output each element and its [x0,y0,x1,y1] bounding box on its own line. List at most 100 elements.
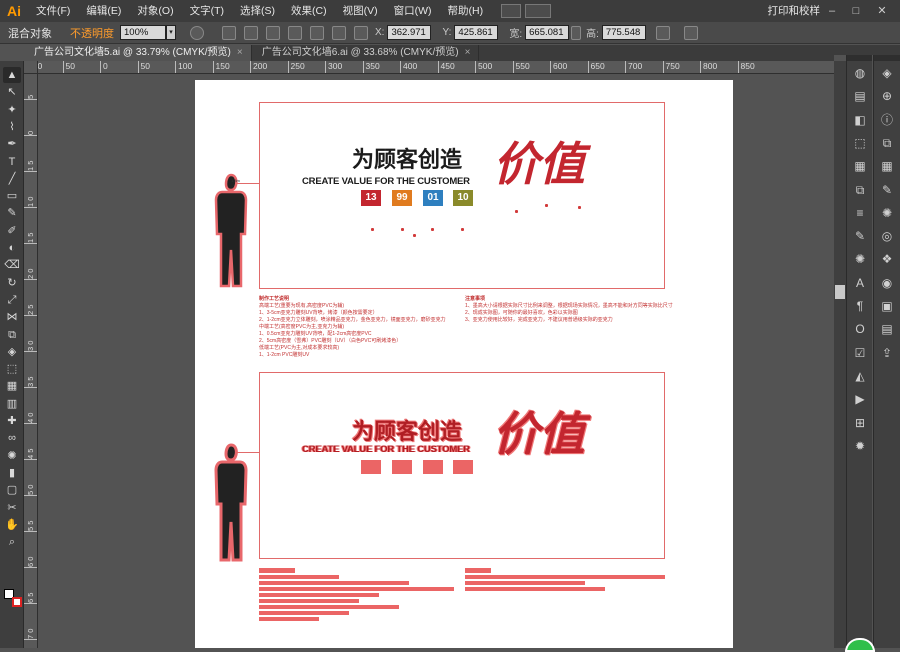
menu-edit[interactable]: 编辑(E) [78,0,129,22]
align-middle-icon[interactable] [310,25,324,40]
image-trace-icon[interactable]: ▣ [879,298,895,314]
constrain-proportions-icon[interactable] [571,25,582,40]
opacity-field[interactable]: 100% [120,25,166,40]
transform-icon[interactable]: ⬚ [852,135,868,151]
scrollbar-thumb[interactable] [835,285,845,299]
shape-builder-tool-icon[interactable]: ◈ [3,344,21,360]
menu-file[interactable]: 文件(F) [28,0,78,22]
close-icon[interactable]: ✕ [870,0,894,22]
asset-export-icon[interactable]: ⇪ [879,345,895,361]
bridge-icon[interactable] [501,4,522,18]
column-graph-tool-icon[interactable]: ▮ [3,465,21,481]
appearance-icon[interactable]: ◎ [879,228,895,244]
align-right-icon[interactable] [266,25,280,40]
actions-icon[interactable]: ▶ [852,391,868,407]
y-field[interactable]: 425.861 [454,25,499,40]
align-icon[interactable]: ▦ [852,158,868,174]
opentype-icon[interactable]: O [852,321,868,337]
symbols-icon[interactable]: ✺ [852,251,868,267]
rotate-tool-icon[interactable]: ↻ [3,275,21,291]
perspective-tool-icon[interactable]: ⬚ [3,361,21,377]
mesh-tool-icon[interactable]: ▦ [3,378,21,394]
align-center-icon[interactable] [244,25,258,40]
zoom-tool-icon[interactable]: ⌕ [3,534,21,550]
align-top-icon[interactable] [288,25,302,40]
control-panel-menu-icon[interactable] [683,25,698,40]
maximize-icon[interactable]: □ [844,0,868,22]
menu-effect[interactable]: 效果(C) [283,0,335,22]
magic-wand-tool-icon[interactable]: ✦ [3,102,21,118]
document-info-icon[interactable]: ☑ [852,345,868,361]
ruler-origin[interactable] [24,61,38,74]
brush-icon[interactable]: ✎ [879,182,895,198]
gradient-icon[interactable]: ▤ [852,88,868,104]
opacity-dropdown-icon[interactable]: ▾ [166,25,176,40]
direct-selection-tool-icon[interactable]: ↖ [3,84,21,100]
symbol-icon[interactable]: ✺ [879,205,895,221]
graphic-styles-icon[interactable]: ❖ [879,251,895,267]
attributes-icon[interactable]: ⊞ [852,415,868,431]
slice-tool-icon[interactable]: ✂ [3,500,21,516]
gradient-tool-icon[interactable]: ▥ [3,396,21,412]
tab-document-6[interactable]: 广告公司文化墙6.ai @ 33.68% (CMYK/预览) × [252,45,480,61]
menu-object[interactable]: 对象(O) [129,0,181,22]
artboard[interactable]: 为顾客创造 价值 CREATE VALUE FOR THE CUSTOMER 1… [195,80,733,648]
minimize-icon[interactable]: – [820,0,844,22]
close-tab-icon[interactable]: × [465,47,471,58]
menu-type[interactable]: 文字(T) [182,0,232,22]
rectangle-tool-icon[interactable]: ▭ [3,188,21,204]
panel-grip[interactable] [874,55,900,61]
selection-tool-icon[interactable]: ▲ [3,67,21,83]
menu-window[interactable]: 窗口(W) [386,0,440,22]
vertical-scrollbar[interactable] [834,61,846,648]
info-icon[interactable]: ⓘ [879,112,895,128]
artboard-tool-icon[interactable]: ▢ [3,482,21,498]
app-logo[interactable]: Ai [0,0,28,22]
height-field[interactable]: 775.548 [601,25,646,40]
paintbrush-tool-icon[interactable]: ✎ [3,205,21,221]
eyedropper-tool-icon[interactable]: ✚ [3,413,21,429]
align-left-icon[interactable] [222,25,236,40]
align-bottom-icon[interactable] [332,25,346,40]
stroke-swatch[interactable] [12,597,22,607]
recolor-icon[interactable] [190,25,204,40]
pen-tool-icon[interactable]: ✒ [3,136,21,152]
artboards-icon[interactable]: ⧉ [879,135,895,151]
menu-help[interactable]: 帮助(H) [440,0,492,22]
scale-tool-icon[interactable]: ⤢ [3,292,21,308]
stroke-icon[interactable]: ≡ [852,205,868,221]
lasso-tool-icon[interactable]: ⌇ [3,119,21,135]
horizontal-ruler[interactable]: 2001501005005010015020025030035040045050… [38,61,834,74]
blend-tool-icon[interactable]: ∞ [3,430,21,446]
x-field[interactable]: 362.971 [387,25,432,40]
pathfinder-icon[interactable]: ⧉ [852,182,868,198]
tab-document-5[interactable]: 广告公司文化墙5.ai @ 33.79% (CMYK/预览) × [24,45,252,61]
transform-icon[interactable] [655,25,670,40]
eraser-tool-icon[interactable]: ⌫ [3,257,21,273]
reference-point-icon[interactable] [354,25,368,40]
width-tool-icon[interactable]: ⋈ [3,309,21,325]
line-tool-icon[interactable]: ╱ [3,171,21,187]
panel-grip[interactable] [847,55,872,61]
symbol-sprayer-tool-icon[interactable]: ✺ [3,448,21,464]
free-transform-tool-icon[interactable]: ⧉ [3,327,21,343]
menu-view[interactable]: 视图(V) [335,0,386,22]
width-field[interactable]: 665.081 [525,25,570,40]
canvas[interactable]: 为顾客创造 价值 CREATE VALUE FOR THE CUSTOMER 1… [38,74,834,648]
doc-icon[interactable]: ▤ [879,321,895,337]
settings-icon[interactable]: ✹ [852,438,868,454]
menu-select[interactable]: 选择(S) [232,0,283,22]
color-icon[interactable]: ◍ [852,65,868,81]
links-icon[interactable]: ⊕ [879,88,895,104]
opacity-label[interactable]: 不透明度 [70,25,120,41]
swatches-icon[interactable]: ▦ [879,158,895,174]
brushes-icon[interactable]: ✎ [852,228,868,244]
paragraph-icon[interactable]: ¶ [852,298,868,314]
hand-tool-icon[interactable]: ✋ [3,517,21,533]
character-icon[interactable]: A [852,275,868,291]
type-tool-icon[interactable]: T [3,154,21,170]
pencil-tool-icon[interactable]: ✐ [3,223,21,239]
workspace-switcher[interactable]: 打印和校样 [768,0,821,22]
transparency-icon[interactable]: ◧ [852,112,868,128]
close-tab-icon[interactable]: × [237,47,243,58]
